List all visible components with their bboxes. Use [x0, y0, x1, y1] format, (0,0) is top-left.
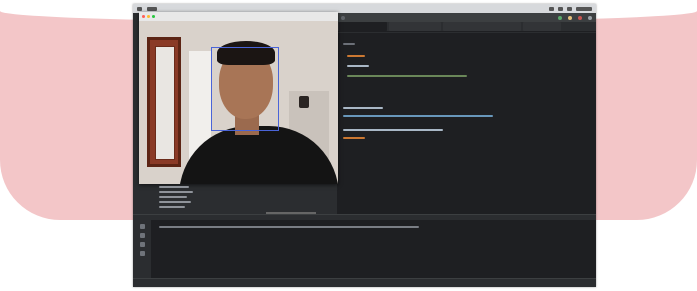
- webcam-frame: [139, 21, 338, 184]
- code-line: [343, 137, 365, 139]
- desktop-screenshot: [133, 4, 596, 287]
- webcam-title-bar[interactable]: [139, 12, 338, 21]
- room-window: [147, 37, 181, 167]
- tab-3[interactable]: [443, 22, 521, 31]
- code-editor[interactable]: [337, 33, 596, 214]
- code-line: [347, 75, 467, 77]
- code-line: [347, 55, 365, 57]
- face-detection-box: [211, 47, 279, 131]
- minimize-icon[interactable]: [147, 15, 150, 18]
- webcam-window[interactable]: [139, 12, 338, 184]
- clock-icon[interactable]: [576, 6, 592, 11]
- app-menu-icon[interactable]: [147, 6, 157, 11]
- scroll-icon[interactable]: [139, 242, 145, 247]
- run-panel-toolbar: [133, 220, 151, 282]
- tab-4[interactable]: [523, 22, 561, 31]
- search-icon[interactable]: [567, 6, 572, 11]
- code-line: [343, 43, 355, 45]
- apple-icon[interactable]: [137, 6, 142, 11]
- run-icon[interactable]: [558, 15, 562, 20]
- status-bar: [133, 278, 596, 287]
- stop-icon[interactable]: [578, 15, 582, 20]
- wifi-icon[interactable]: [549, 6, 554, 11]
- zoom-icon[interactable]: [152, 15, 155, 18]
- tab-2[interactable]: [389, 22, 441, 31]
- code-line: [343, 107, 383, 109]
- run-panel[interactable]: [133, 220, 596, 278]
- window-controls: [142, 15, 155, 18]
- run-output-line: [159, 226, 419, 228]
- debug-icon[interactable]: [568, 15, 572, 20]
- code-line: [343, 129, 443, 131]
- close-icon[interactable]: [142, 15, 145, 18]
- rerun-icon[interactable]: [139, 224, 145, 229]
- tab-1[interactable]: [339, 22, 387, 31]
- project-icon[interactable]: [341, 15, 345, 20]
- ide-toolbar: [337, 13, 596, 22]
- settings-icon[interactable]: [588, 15, 592, 20]
- stop-icon[interactable]: [139, 233, 145, 238]
- console-output-list: [159, 186, 199, 212]
- battery-icon[interactable]: [558, 6, 563, 11]
- code-line: [347, 65, 369, 67]
- print-icon[interactable]: [139, 251, 145, 256]
- editor-tabs: [337, 22, 596, 32]
- menu-bar-status: [549, 6, 596, 11]
- code-line: [343, 115, 493, 117]
- room-object: [299, 96, 309, 108]
